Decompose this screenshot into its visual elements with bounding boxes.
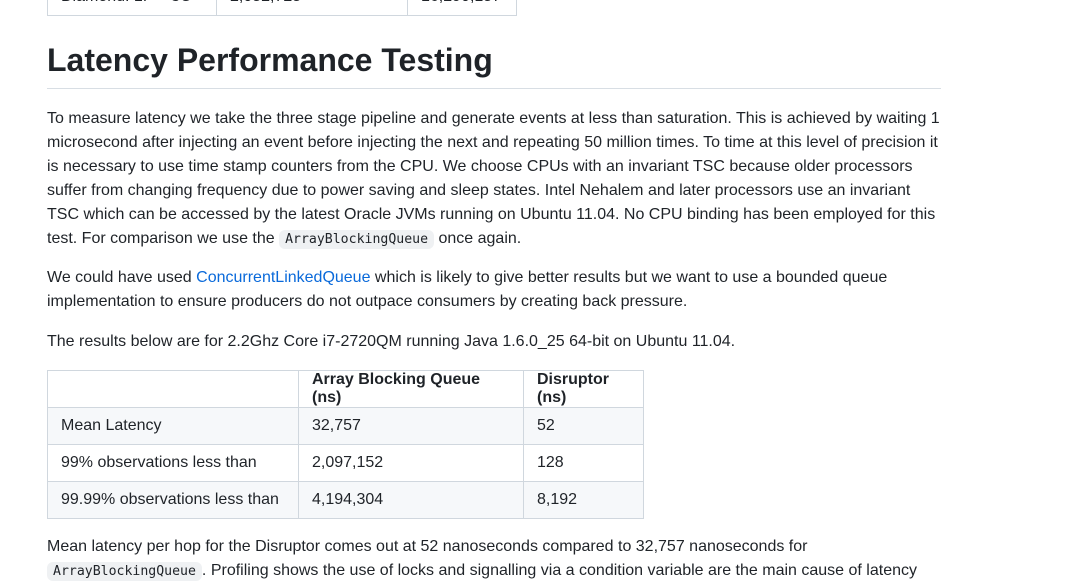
- table-header-cell: [47, 370, 299, 408]
- inline-code: ArrayBlockingQueue: [279, 230, 435, 249]
- table-cell: Diamond: 1P – 3C: [47, 0, 217, 16]
- table-header-cell: Disruptor (ns): [523, 370, 644, 408]
- table-cell: 8,192: [523, 481, 644, 519]
- table-header-cell: Array Blocking Queue (ns): [298, 370, 524, 408]
- paragraph-latency-method: To measure latency we take the three sta…: [47, 107, 941, 252]
- table-row: 99.99% observations less than 4,194,304 …: [47, 481, 644, 519]
- table-cell: 99% observations less than: [47, 444, 299, 482]
- table-cell: 99.99% observations less than: [47, 481, 299, 519]
- table-cell: 32,757: [298, 407, 524, 445]
- paragraph-text: Mean latency per hop for the Disruptor c…: [47, 538, 808, 555]
- paragraph-text: once again.: [434, 230, 522, 247]
- table-row: 99% observations less than 2,097,152 128: [47, 444, 644, 482]
- paragraph-latency-summary: Mean latency per hop for the Disruptor c…: [47, 535, 941, 584]
- paragraph-test-environment: The results below are for 2.2Ghz Core i7…: [47, 333, 736, 350]
- table-cell: 128: [523, 444, 644, 482]
- table-cell: 4,194,304: [298, 481, 524, 519]
- section-heading: Latency Performance Testing: [47, 40, 941, 89]
- table-header-row: Array Blocking Queue (ns) Disruptor (ns): [47, 370, 644, 408]
- previous-results-table-tail: Diamond: 1P – 3C 2,052,725 16,290,157: [47, 0, 517, 16]
- paragraph-queue-choice: We could have used ConcurrentLinkedQueue…: [47, 266, 941, 314]
- table-cell: 16,290,157: [407, 0, 517, 16]
- table-cell: 2,097,152: [298, 444, 524, 482]
- concurrent-linked-queue-link[interactable]: ConcurrentLinkedQueue: [196, 269, 370, 286]
- paragraph-text: We could have used: [47, 269, 197, 286]
- paragraph-text: To measure latency we take the three sta…: [47, 110, 940, 247]
- inline-code: ArrayBlockingQueue: [47, 562, 202, 581]
- table-row: Mean Latency 32,757 52: [47, 407, 644, 445]
- table-cell: 2,052,725: [216, 0, 408, 16]
- latency-results-table: Array Blocking Queue (ns) Disruptor (ns)…: [47, 370, 644, 519]
- table-cell: 52: [523, 407, 644, 445]
- table-cell: Mean Latency: [47, 407, 299, 445]
- table-row: Diamond: 1P – 3C 2,052,725 16,290,157: [47, 0, 517, 16]
- paragraph-text: . Profiling shows the use of locks and s…: [201, 562, 917, 579]
